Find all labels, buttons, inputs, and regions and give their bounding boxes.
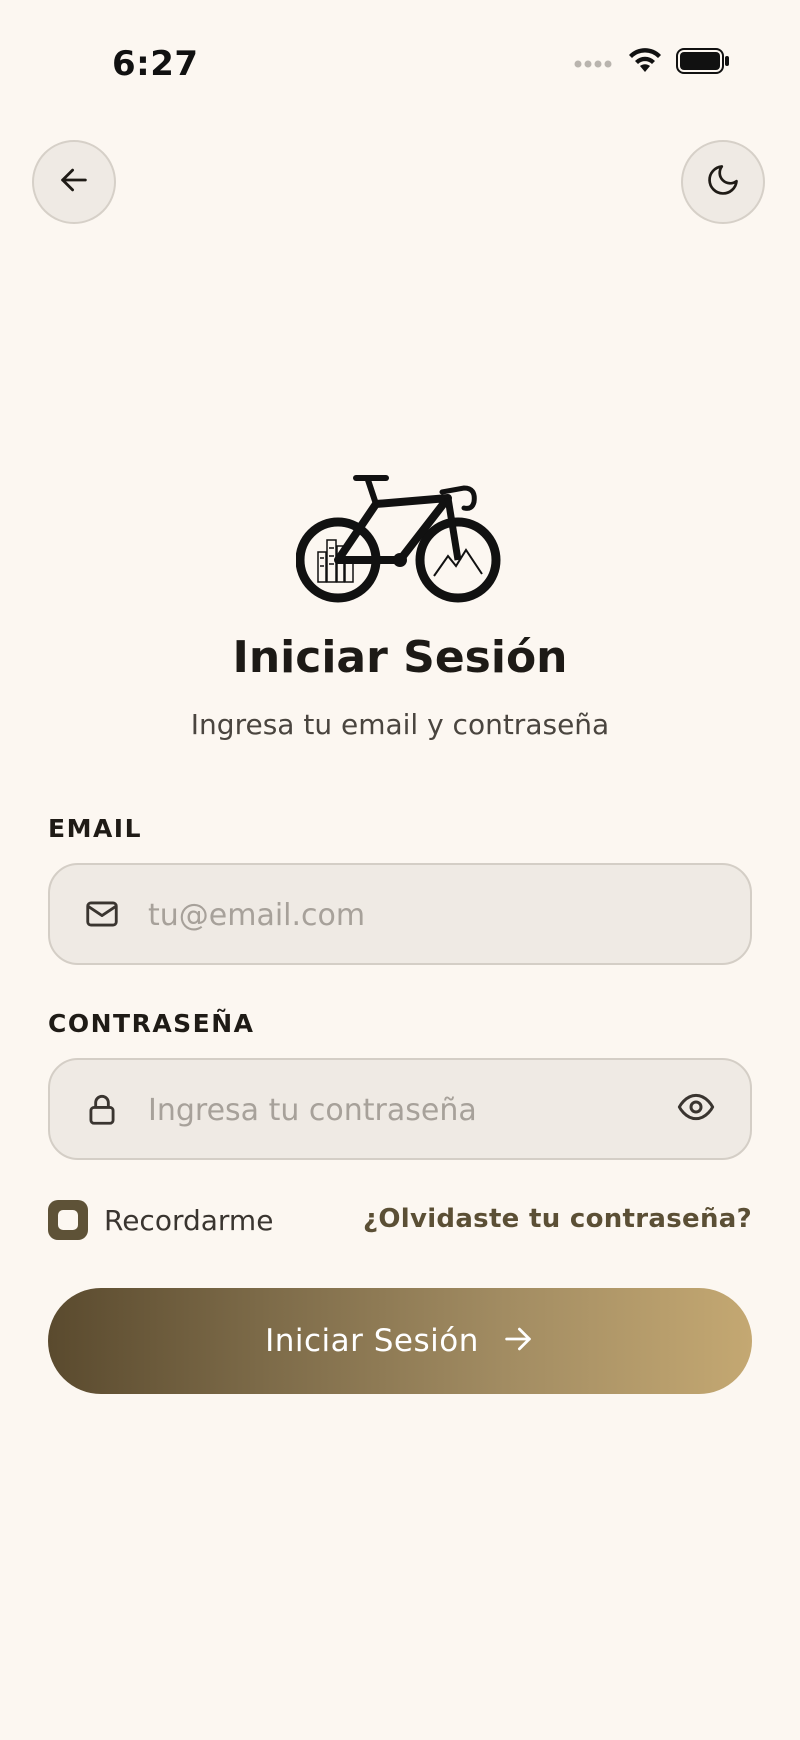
eye-icon [676, 1087, 716, 1131]
battery-icon [676, 48, 730, 78]
page-subtitle: Ingresa tu email y contraseña [190, 708, 610, 741]
arrow-right-icon [501, 1322, 535, 1360]
password-label: CONTRASEÑA [48, 1009, 255, 1038]
moon-icon [705, 162, 741, 202]
theme-toggle-button[interactable] [681, 140, 765, 224]
show-password-toggle[interactable] [674, 1087, 718, 1131]
mail-icon [82, 894, 122, 934]
status-icons [574, 48, 730, 78]
cellular-icon [574, 54, 614, 73]
page-title: Iniciar Sesión [232, 632, 568, 683]
lock-icon [82, 1089, 122, 1129]
bicycle-logo [295, 470, 502, 606]
password-input[interactable] [146, 1060, 650, 1160]
login-button[interactable]: Iniciar Sesión [48, 1288, 752, 1394]
status-time: 6:27 [112, 44, 199, 84]
email-input[interactable] [146, 865, 650, 965]
email-field-container[interactable] [48, 863, 752, 965]
arrow-left-icon [57, 163, 91, 201]
email-label: EMAIL [48, 814, 143, 843]
password-field-container[interactable] [48, 1058, 752, 1160]
status-bar: 6:27 [0, 0, 800, 130]
remember-me[interactable]: Recordarme [48, 1200, 273, 1240]
remember-checkbox[interactable] [48, 1200, 88, 1240]
wifi-icon [628, 48, 662, 78]
back-button[interactable] [32, 140, 116, 224]
login-button-label: Iniciar Sesión [265, 1323, 479, 1359]
forgot-password-link[interactable]: ¿Olvidaste tu contraseña? [363, 1204, 752, 1234]
remember-label: Recordarme [104, 1203, 274, 1237]
bicycle-icon [295, 475, 502, 610]
